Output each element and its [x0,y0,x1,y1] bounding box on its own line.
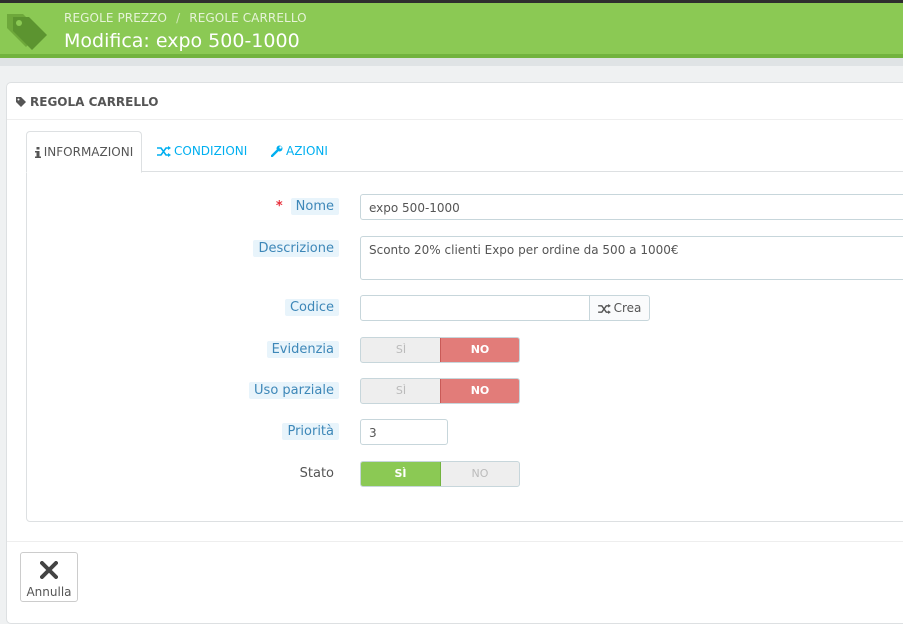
description-label-text: Descrizione [253,240,339,257]
cancel-label: Annulla [26,585,72,599]
code-input[interactable] [360,295,590,321]
name-label-text: Nome [290,198,339,215]
partial-use-no-option[interactable]: NO [440,379,519,403]
tab-label: INFORMAZIONI [43,145,134,159]
tab-content-informazioni: * Nome expo 500-1000 Descrizione Sconto 2… [26,171,903,522]
highlight-no-option[interactable]: NO [440,338,519,362]
name-label: * Nome [275,198,339,215]
breadcrumb: REGOLE PREZZO / REGOLE CARRELLO [64,11,307,25]
code-label: Codice [284,299,339,316]
breadcrumb-separator: / [176,11,181,25]
cancel-button[interactable]: Annulla [20,552,78,602]
partial-use-toggle[interactable]: SÌ NO [360,378,520,404]
priority-input[interactable]: 3 [360,419,448,445]
priority-label: Priorità [282,423,339,440]
status-no-option[interactable]: NO [440,462,519,486]
highlight-label-text: Evidenzia [266,341,339,358]
tag-icon [16,97,26,107]
close-icon [40,561,58,579]
breadcrumb-item-cart-rules[interactable]: REGOLE CARRELLO [189,11,306,25]
tab-azioni[interactable]: AZIONI [270,131,328,171]
partial-use-yes-option[interactable]: SÌ [361,379,441,403]
panel-heading: REGOLA CARRELLO [15,95,158,109]
highlight-toggle[interactable]: SÌ NO [360,337,520,363]
breadcrumb-item-price-rules[interactable]: REGOLE PREZZO [64,11,167,25]
code-label-text: Codice [284,299,339,316]
description-label: Descrizione [253,240,339,257]
info-icon [34,147,41,158]
tab-condizioni[interactable]: CONDIZIONI [157,131,247,171]
highlight-yes-option[interactable]: SÌ [361,338,441,362]
random-icon [157,146,171,157]
highlight-label: Evidenzia [266,341,339,358]
page-title: Modifica: expo 500-1000 [64,30,300,52]
status-toggle[interactable]: SÌ NO [360,461,520,487]
cart-rule-panel: REGOLA CARRELLO INFORMAZIONI CONDIZIONI … [6,82,903,624]
name-input[interactable]: expo 500-1000 [360,194,903,220]
divider [7,541,903,542]
panel-heading-text: REGOLA CARRELLO [30,95,159,109]
tab-informazioni[interactable]: INFORMAZIONI [26,131,142,173]
divider [7,119,903,120]
partial-use-label: Uso parziale [249,382,339,399]
random-icon [597,304,611,314]
partial-use-label-text: Uso parziale [249,382,339,399]
status-yes-option[interactable]: SÌ [361,462,441,486]
status-label-text: Stato [299,466,334,481]
status-label: Stato [295,466,339,481]
page-header: REGOLE PREZZO / REGOLE CARRELLO Modifica: … [0,3,903,58]
tab-label: CONDIZIONI [174,144,248,158]
required-mark: * [275,199,283,214]
priority-label-text: Priorità [282,423,339,440]
toolbar-strip [0,58,903,66]
tab-label: AZIONI [286,144,328,158]
generate-code-button[interactable]: Crea [589,295,650,321]
description-textarea[interactable]: Sconto 20% clienti Expo per ordine da 50… [360,236,903,280]
wrench-icon [270,145,283,158]
tags-icon [4,10,50,52]
generate-code-label: Crea [613,301,642,315]
